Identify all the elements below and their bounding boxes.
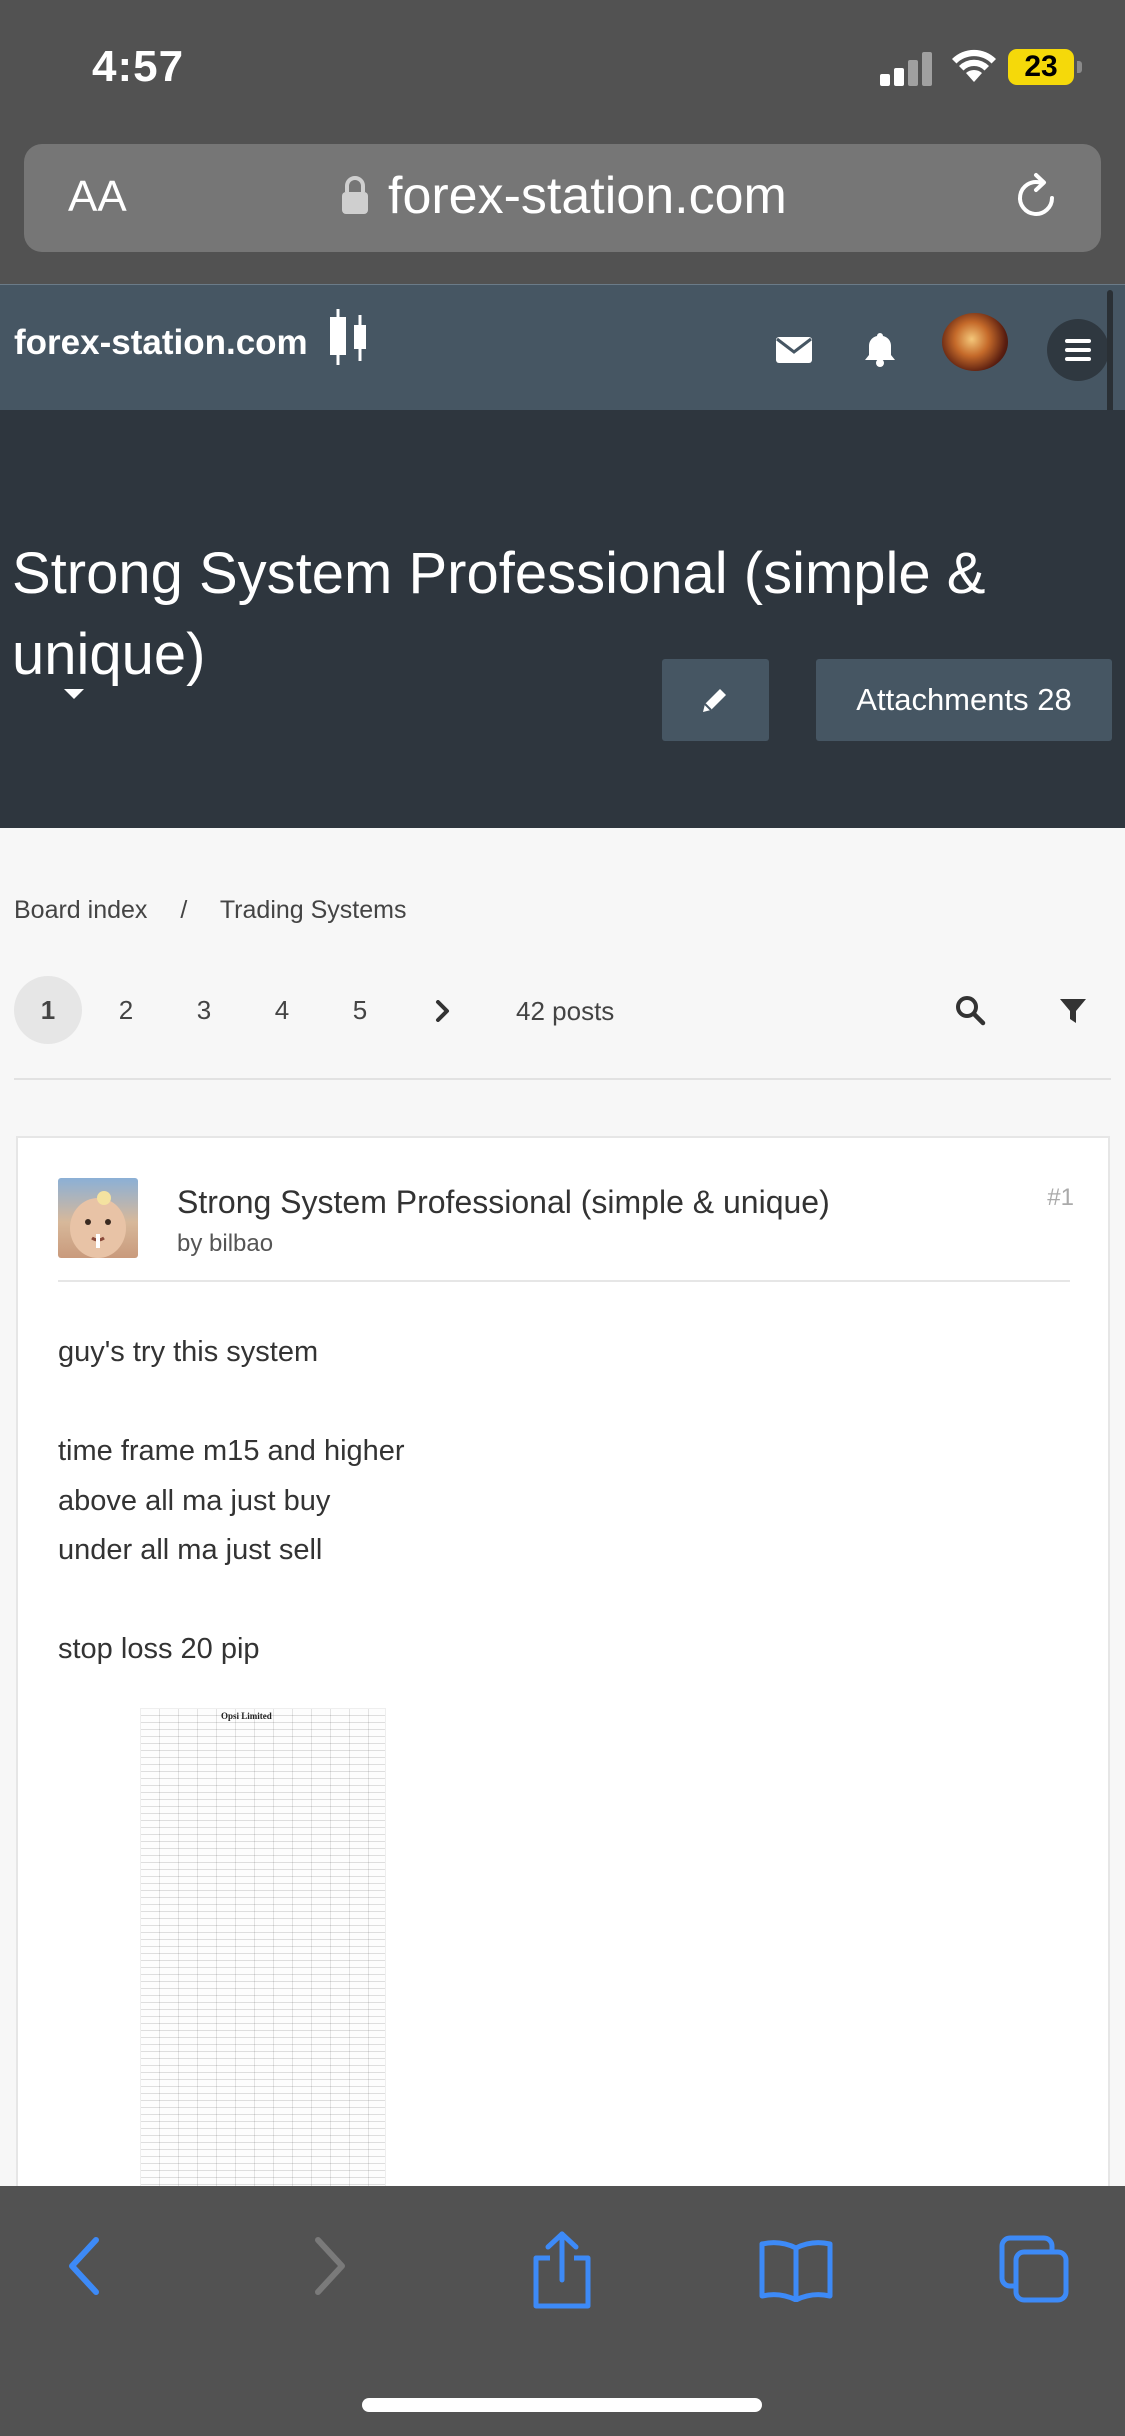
safari-top-bar: 4:57 23 AA forex-station.com	[0, 0, 1125, 284]
tabs-icon[interactable]	[998, 2234, 1070, 2304]
topic-header: Strong System Professional (simple & uni…	[0, 410, 1125, 828]
post-title[interactable]: Strong System Professional (simple & uni…	[177, 1184, 830, 1221]
post-line: guy's try this system	[58, 1336, 319, 1368]
attachment-thumbnail[interactable]: Opsi Limited	[140, 1708, 386, 2248]
notifications-bell-icon[interactable]	[862, 331, 898, 367]
battery-level: 23	[1024, 50, 1058, 83]
post-divider	[58, 1280, 1070, 1282]
attachment-title: Opsi Limited	[221, 1711, 272, 1721]
mail-icon[interactable]	[776, 337, 812, 363]
topic-tools-dropdown[interactable]	[64, 689, 84, 699]
status-time: 4:57	[92, 42, 185, 91]
cellular-signal-icon	[880, 52, 936, 86]
post-author-avatar[interactable]	[58, 1178, 138, 1258]
back-icon[interactable]	[64, 2236, 104, 2296]
share-icon[interactable]	[528, 2230, 596, 2310]
page-5[interactable]: 5	[326, 976, 394, 1044]
attachments-button[interactable]: Attachments 28	[816, 659, 1112, 741]
post-line: under all ma just sell	[58, 1534, 323, 1566]
text-size-button[interactable]: AA	[68, 172, 127, 222]
section-divider	[14, 1078, 1111, 1080]
post-line: stop loss 20 pip	[58, 1633, 260, 1665]
pencil-icon	[703, 689, 726, 712]
bookmarks-icon[interactable]	[758, 2238, 834, 2302]
post-line: time frame m15 and higher	[58, 1435, 405, 1467]
site-logo[interactable]: forex-station.com	[14, 323, 308, 363]
posts-count: 42 posts	[516, 996, 615, 1026]
post-reply-button[interactable]	[662, 659, 769, 741]
page-1[interactable]: 1	[14, 976, 82, 1044]
post-card: Strong System Professional (simple & uni…	[16, 1136, 1110, 2248]
post-number[interactable]: #1	[1047, 1184, 1074, 1212]
post-line: above all ma just buy	[58, 1484, 331, 1517]
breadcrumb-board-index[interactable]: Board index	[14, 896, 147, 924]
page-2[interactable]: 2	[92, 976, 160, 1044]
home-indicator[interactable]	[362, 2398, 762, 2412]
candlestick-logo-icon	[330, 309, 366, 365]
page-4[interactable]: 4	[248, 976, 316, 1044]
page-3[interactable]: 3	[170, 976, 238, 1044]
breadcrumb-separator: /	[180, 896, 188, 924]
wifi-icon	[952, 49, 996, 82]
search-icon[interactable]	[954, 994, 986, 1026]
filter-icon[interactable]	[1058, 996, 1088, 1026]
breadcrumb: Board index / Trading Systems	[14, 896, 432, 925]
url-text[interactable]: forex-station.com	[388, 166, 787, 226]
lock-icon	[342, 176, 368, 214]
main-menu-button[interactable]	[1047, 319, 1109, 381]
forward-icon[interactable]	[310, 2236, 350, 2296]
next-page-chevron-icon[interactable]	[432, 1000, 454, 1022]
post-author[interactable]: by bilbao	[177, 1230, 273, 1258]
pagination: 1 2 3 4 5 42 posts	[14, 976, 1111, 1046]
post-body: guy's try this system time frame m15 and…	[58, 1328, 405, 1675]
safari-bottom-toolbar	[0, 2186, 1125, 2436]
baby-avatar-image	[70, 1191, 126, 1258]
breadcrumb-trading-systems[interactable]: Trading Systems	[220, 896, 407, 924]
reload-icon[interactable]	[1010, 172, 1062, 224]
site-header: forex-station.com	[0, 284, 1125, 410]
address-bar[interactable]: AA forex-station.com	[24, 144, 1101, 252]
user-avatar[interactable]	[942, 313, 1008, 371]
battery-icon: 23	[1008, 49, 1082, 85]
